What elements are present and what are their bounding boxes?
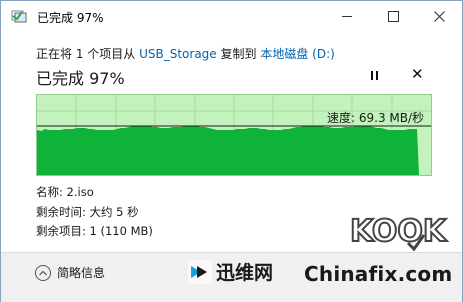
- speed-graph: 速度: 69.3 MB/秒: [36, 94, 432, 176]
- pause-icon: [370, 70, 373, 80]
- window-title: 已完成 97%: [37, 11, 104, 25]
- maximize-icon: [387, 10, 399, 22]
- kook-watermark-text: KOOK: [350, 214, 448, 249]
- pause-button[interactable]: [367, 67, 381, 83]
- copy-prefix: 正在将 1 个项目从: [36, 47, 140, 61]
- copy-description: 正在将 1 个项目从 USB_Storage 复制到 本地磁盘 (D:): [36, 45, 335, 62]
- speed-graph-canvas: [37, 95, 431, 175]
- xunwei-watermark: 迅维网: [188, 258, 273, 285]
- time-remaining: 剩余时间: 大约 5 秒: [36, 205, 139, 219]
- file-name: 名称: 2.iso: [36, 185, 94, 199]
- minimize-button[interactable]: [324, 1, 370, 31]
- close-window-button[interactable]: [416, 1, 462, 31]
- chevron-up-icon: [35, 264, 51, 281]
- xunwei-watermark-text: 迅维网: [216, 262, 274, 284]
- cancel-copy-button[interactable]: ✕: [411, 65, 424, 83]
- throughput-area: [37, 126, 419, 175]
- progress-status: 已完成 97%: [36, 69, 125, 88]
- items-remaining: 剩余项目: 1 (110 MB): [36, 224, 153, 238]
- chinafix-watermark-text: Chinafix.com: [304, 262, 453, 286]
- minimize-icon: [342, 15, 352, 17]
- destination-link[interactable]: 本地磁盘 (D:): [260, 47, 334, 61]
- file-copy-dialog: 已完成 97% 正在将 1 个项目从 USB_Storage 复制到 本地磁盘 …: [0, 0, 463, 302]
- maximize-button[interactable]: [370, 1, 416, 31]
- source-link[interactable]: USB_Storage: [139, 47, 217, 61]
- copy-progress-icon: [11, 10, 27, 23]
- close-icon: [433, 10, 445, 22]
- kook-watermark-logo: KOOK: [349, 213, 449, 252]
- xunwei-arrow-icon: [188, 259, 212, 284]
- copy-middle: 复制到: [216, 47, 261, 61]
- fewer-details-button[interactable]: 简略信息: [35, 264, 105, 281]
- pause-icon-bar: [375, 70, 378, 80]
- title-bar[interactable]: 已完成 97%: [1, 1, 462, 31]
- speed-label: 速度: 69.3 MB/秒: [327, 111, 425, 125]
- fewer-details-label: 简略信息: [57, 266, 106, 280]
